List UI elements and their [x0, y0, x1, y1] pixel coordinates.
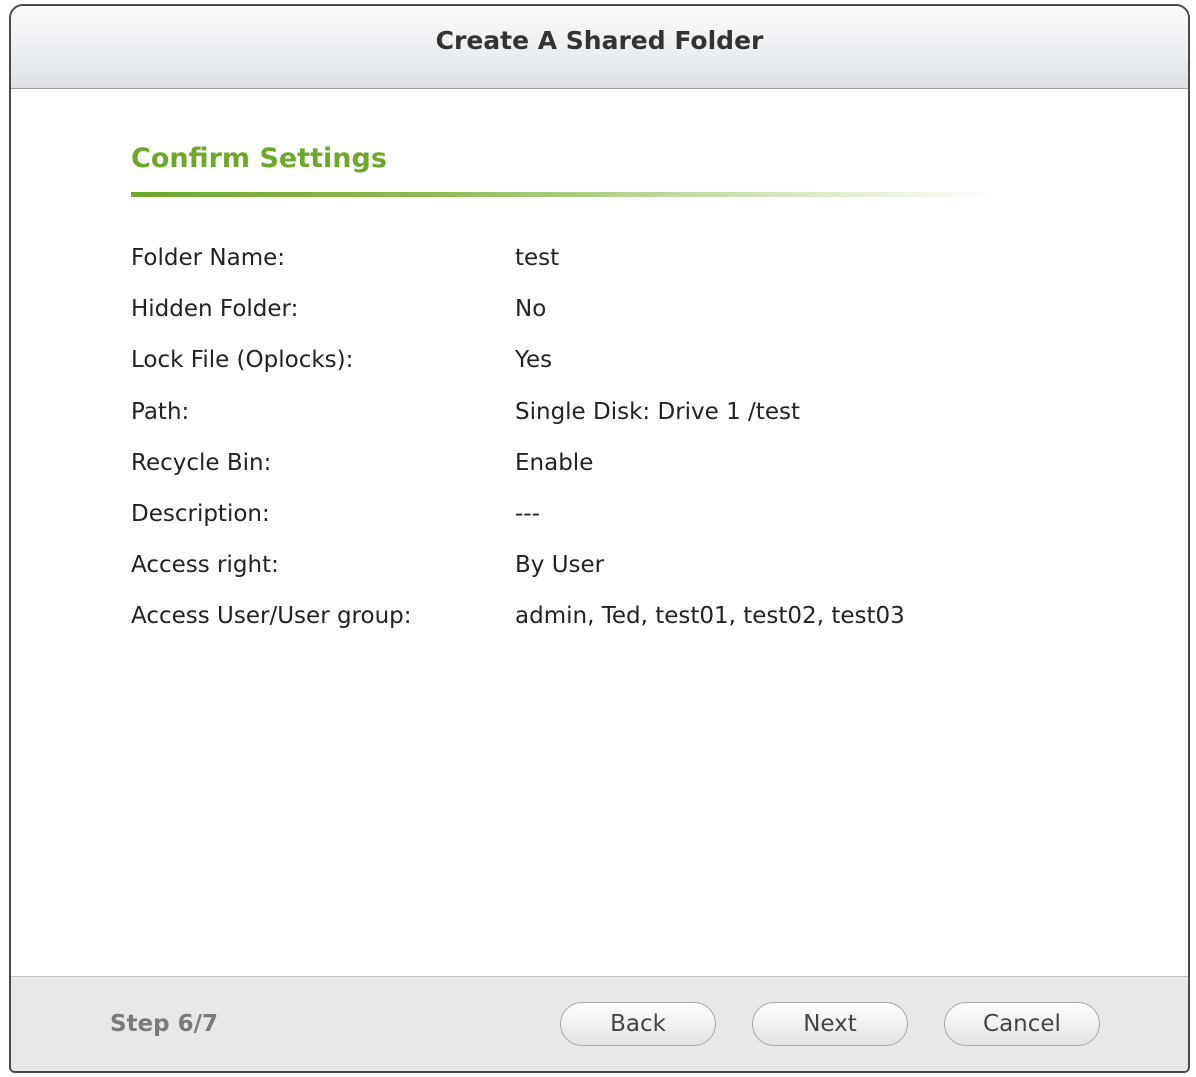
- setting-value: Single Disk: Drive 1 /test: [515, 398, 800, 425]
- section-divider: [131, 192, 1001, 197]
- dialog-content: Confirm Settings Folder Name: test Hidde…: [11, 89, 1188, 977]
- setting-row-recycle-bin: Recycle Bin: Enable: [131, 450, 1031, 501]
- settings-summary: Folder Name: test Hidden Folder: No Lock…: [131, 245, 1031, 655]
- setting-row-hidden-folder: Hidden Folder: No: [131, 296, 1031, 347]
- dialog-title-bar: Create A Shared Folder: [11, 6, 1188, 89]
- setting-value: No: [515, 296, 547, 323]
- setting-row-access-right: Access right: By User: [131, 552, 1031, 603]
- next-button[interactable]: Next: [752, 1002, 908, 1046]
- setting-label: Hidden Folder:: [131, 296, 299, 323]
- setting-row-path: Path: Single Disk: Drive 1 /test: [131, 399, 1031, 450]
- setting-value: By User: [515, 552, 605, 579]
- setting-label: Lock File (Oplocks):: [131, 347, 354, 374]
- setting-label: Description:: [131, 500, 270, 527]
- dialog-title: Create A Shared Folder: [435, 25, 764, 55]
- setting-row-lock-file: Lock File (Oplocks): Yes: [131, 347, 1031, 398]
- setting-value: Enable: [515, 449, 594, 476]
- setting-value: test: [515, 245, 560, 271]
- step-indicator: Step 6/7: [110, 1011, 219, 1037]
- setting-label: Folder Name:: [131, 245, 285, 271]
- setting-row-description: Description: ---: [131, 501, 1031, 552]
- setting-value: admin, Ted, test01, test02, test03: [515, 603, 905, 630]
- setting-label: Access User/User group:: [131, 603, 412, 630]
- back-button[interactable]: Back: [560, 1002, 716, 1046]
- setting-row-folder-name: Folder Name: test: [131, 245, 1031, 296]
- dialog-footer: Step 6/7 Back Next Cancel: [11, 976, 1188, 1071]
- setting-label: Path:: [131, 398, 190, 425]
- setting-value: Yes: [515, 347, 553, 374]
- section-title: Confirm Settings: [131, 143, 387, 174]
- setting-label: Access right:: [131, 552, 279, 579]
- setting-label: Recycle Bin:: [131, 449, 272, 476]
- cancel-button[interactable]: Cancel: [944, 1002, 1100, 1046]
- setting-value: ---: [515, 500, 540, 527]
- setting-row-access-users: Access User/User group: admin, Ted, test…: [131, 603, 1031, 654]
- create-shared-folder-dialog: Create A Shared Folder Confirm Settings …: [9, 4, 1190, 1073]
